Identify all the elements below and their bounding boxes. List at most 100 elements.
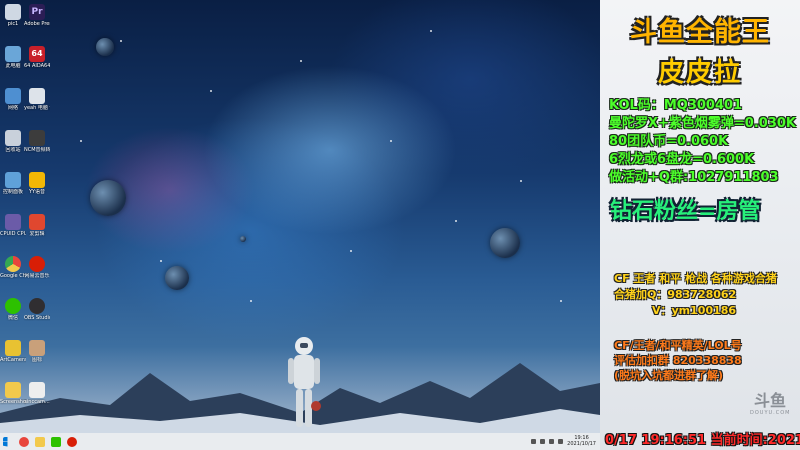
astronaut-figure	[288, 337, 321, 427]
desktop-icon-label: 网络	[7, 105, 18, 111]
star	[455, 220, 457, 222]
camera-app-icon	[5, 340, 21, 356]
this-pc-icon	[5, 46, 21, 62]
obs-icon	[29, 298, 45, 314]
desktop-icon-label: 控制面板	[2, 189, 23, 195]
system-tray: 19:16 2021/10/17	[531, 435, 596, 447]
account-line: 评估加扣群 820338838	[614, 354, 742, 367]
planet	[90, 180, 126, 216]
desktop-icon[interactable]: 网易云音乐	[24, 256, 50, 279]
desktop-icon[interactable]: 回收站	[0, 130, 26, 153]
info-line: KOL码：MQ300401	[609, 98, 743, 113]
desktop-icon-label: 网易云音乐	[24, 273, 50, 279]
star	[520, 180, 522, 182]
desktop-icon[interactable]: CPUID CPU-Z	[0, 214, 26, 237]
desktop-icon[interactable]: OBS Studio	[24, 298, 50, 321]
clock-date: 2021/10/17	[567, 441, 596, 447]
desktop-icon[interactable]: YY语音	[24, 172, 50, 195]
star	[350, 250, 352, 252]
info-line: 做活动+Q群:1027911803	[609, 170, 779, 185]
star	[120, 40, 122, 42]
diamond-fan-line: 钻石粉丝=房管	[610, 199, 761, 224]
star	[430, 30, 432, 32]
desktop-icon[interactable]: sinccam...	[24, 382, 50, 405]
aida64-icon: 64	[29, 46, 45, 62]
info-line: 6烈龙或6盘龙=0.600K	[609, 152, 755, 167]
desktop-icon-label: OBS Studio	[24, 315, 50, 321]
promo-line: CF 王者 和平 枪战 各种游戏合猪	[614, 272, 777, 285]
desktop-icon[interactable]: 网络	[0, 88, 26, 111]
desktop-icon[interactable]: 微信	[0, 298, 26, 321]
account-line: (脱坑入坑都进群了解)	[614, 369, 724, 382]
desktop-icon[interactable]: 64 64 AIDA64 Extreme	[24, 46, 50, 69]
desktop-icon[interactable]: yeah 电脑 优化	[24, 88, 50, 111]
desktop-icon-label: YY语音	[28, 189, 46, 195]
tray-icon[interactable]	[531, 438, 537, 444]
recycle-bin-icon	[5, 130, 21, 146]
desktop-wallpaper: pic1 Pr Adobe Premie... 此电脑 64 64 AIDA64…	[0, 0, 600, 433]
desktop-icon-label: pic1	[7, 21, 19, 27]
desktop-icon[interactable]: 图标	[24, 340, 50, 363]
time-ticker: 0/17 19:16:51 当前时间:2021/10	[605, 433, 800, 448]
planet	[96, 38, 114, 56]
douyu-logo: 斗鱼 DOUYU.COM	[750, 391, 791, 417]
desktop-icon-label: Adobe Premie...	[24, 21, 50, 27]
desktop-icon[interactable]: 控制面板	[0, 172, 26, 195]
premiere-icon: Pr	[29, 4, 45, 20]
tray-icon[interactable]	[540, 438, 546, 444]
logo-text: 斗鱼	[753, 391, 786, 410]
desktop-icon-label: 图标	[31, 357, 42, 363]
star	[80, 140, 82, 142]
start-button[interactable]	[3, 436, 8, 447]
image-file-icon	[29, 340, 45, 356]
info-line: 80团队币=0.060K	[609, 134, 729, 149]
taskbar-pinned-app[interactable]	[51, 436, 61, 447]
app-icon	[5, 4, 21, 20]
network-icon	[5, 88, 21, 104]
tray-icon[interactable]	[549, 438, 555, 444]
desktop-icon[interactable]: Pr Adobe Premie...	[24, 4, 50, 27]
desktop-icon[interactable]: Screenshot...	[0, 382, 26, 405]
desktop-icon-label: NCM音频转换	[24, 147, 50, 153]
desktop-icon-label: 爱剪辑	[29, 231, 45, 237]
desktop-icon-label: 此电脑	[5, 63, 21, 69]
promo-line: V：ym100186	[652, 304, 737, 317]
folder-icon	[5, 382, 21, 398]
star	[250, 300, 252, 302]
star	[300, 60, 302, 62]
desktop-icon[interactable]: 爱剪辑	[24, 214, 50, 237]
desktop-icon[interactable]: Google Chrome	[0, 256, 26, 279]
account-line: CF/王者/和平精英/LOL号	[614, 339, 742, 352]
desktop-icon[interactable]: NCM音频转换	[24, 130, 50, 153]
wechat-icon	[5, 298, 21, 314]
video-editor-icon	[29, 214, 45, 230]
planet	[240, 236, 246, 242]
volume-icon[interactable]	[558, 438, 564, 444]
desktop-icon[interactable]: pic1	[0, 4, 26, 27]
star	[210, 90, 212, 92]
panel-title: 斗鱼全能王	[630, 17, 770, 48]
taskbar-pinned-app[interactable]	[35, 436, 45, 447]
taskbar-clock[interactable]: 19:16 2021/10/17	[567, 435, 596, 447]
desktop-icon-label: 64 AIDA64 Extreme	[24, 63, 50, 69]
desktop-icon-label: sinccam...	[24, 399, 50, 405]
cpuz-icon	[5, 214, 21, 230]
star	[560, 300, 562, 302]
optimizer-icon	[29, 88, 45, 104]
audio-converter-icon	[29, 130, 45, 146]
desktop-icon-label: CPUID CPU-Z	[0, 231, 26, 237]
star	[160, 260, 162, 262]
taskbar-pinned-app[interactable]	[19, 436, 29, 447]
netease-music-icon	[29, 256, 45, 272]
logo-subtext: DOUYU.COM	[750, 410, 791, 416]
planet	[165, 266, 189, 290]
desktop-icon[interactable]: 此电脑	[0, 46, 26, 69]
yy-voice-icon	[29, 172, 45, 188]
planet	[490, 228, 520, 258]
taskbar: 19:16 2021/10/17	[0, 433, 600, 450]
taskbar-pinned-app[interactable]	[67, 436, 77, 447]
desktop-icon[interactable]: ArtCamera	[0, 340, 26, 363]
desktop-icon-label: Google Chrome	[0, 273, 26, 279]
promo-line: 合猪加Q：983728062	[614, 288, 737, 301]
file-icon	[29, 382, 45, 398]
